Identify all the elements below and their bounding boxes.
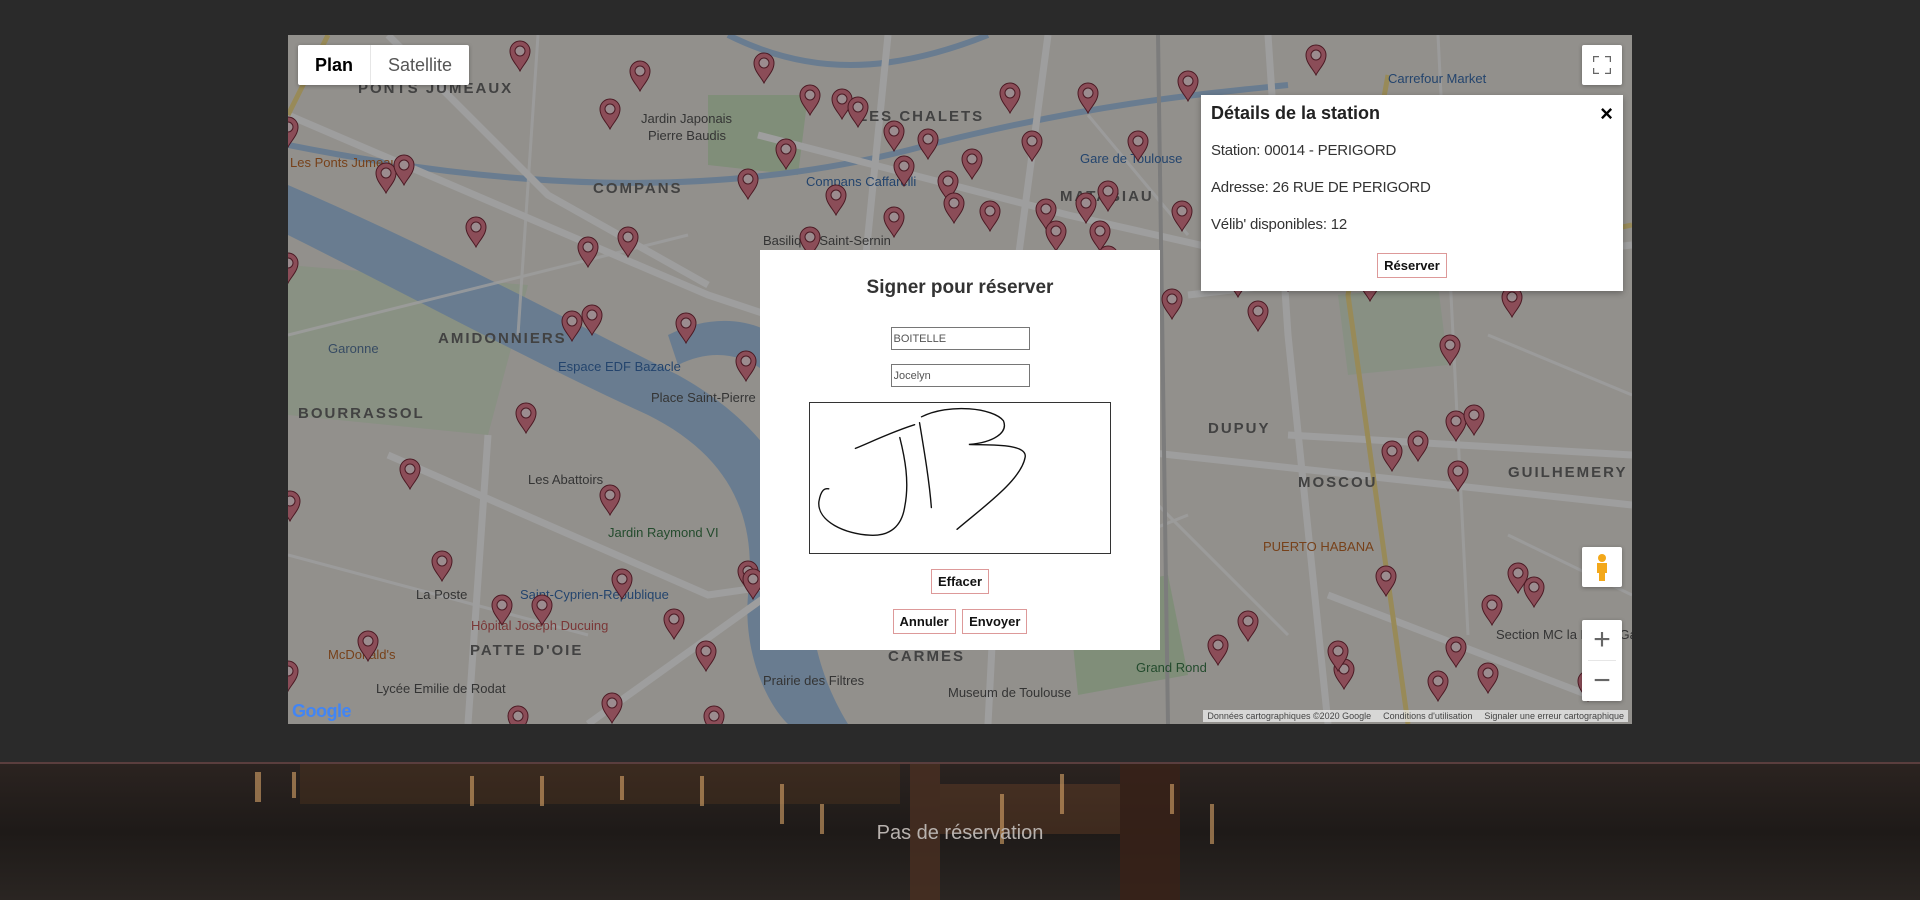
map-label: AMIDONNIERS bbox=[438, 330, 567, 347]
map-label: Carrefour Market bbox=[1388, 71, 1487, 86]
modal-title: Signer pour réserver bbox=[866, 277, 1054, 298]
close-icon[interactable]: × bbox=[1600, 101, 1613, 127]
map-label: DUPUY bbox=[1208, 420, 1271, 437]
map-label: Jardin Raymond VI bbox=[608, 525, 719, 540]
reservation-status: Pas de réservation bbox=[876, 822, 1044, 844]
google-logo: Google bbox=[292, 701, 352, 722]
map-type-control[interactable]: Plan Satellite bbox=[298, 45, 470, 85]
station-panel-title: Détails de la station bbox=[1211, 103, 1381, 123]
map-label: Jardin Japonais bbox=[641, 111, 733, 126]
map-label: Pierre Baudis bbox=[648, 128, 727, 143]
pegman-icon bbox=[1597, 554, 1607, 581]
station-details-panel: Détails de la station × Station: 00014 -… bbox=[1201, 95, 1623, 291]
map-label: PATTE D'OIE bbox=[470, 642, 583, 659]
map-label: Museum de Toulouse bbox=[948, 685, 1071, 700]
fullscreen-icon bbox=[1593, 56, 1611, 74]
zoom-in-button[interactable]: + bbox=[1582, 620, 1622, 660]
send-button[interactable]: Envoyer bbox=[962, 609, 1028, 634]
map-label: Place Saint-Pierre bbox=[651, 390, 756, 405]
map-label: Gare de Toulouse bbox=[1080, 151, 1182, 166]
lastname-input[interactable] bbox=[890, 327, 1030, 350]
map-label: GUILHEMERY bbox=[1508, 464, 1627, 481]
map-type-satellite-button[interactable]: Satellite bbox=[370, 45, 469, 85]
map-label: Grand Rond bbox=[1136, 660, 1207, 675]
map-label: BOURRASSOL bbox=[298, 405, 425, 422]
map-label: Les Abattoirs bbox=[528, 472, 604, 487]
terms-link[interactable]: Conditions d'utilisation bbox=[1383, 711, 1472, 721]
zoom-control: + − bbox=[1582, 620, 1622, 701]
signature-modal: Signer pour réserver Effacer Annuler Env… bbox=[760, 250, 1160, 650]
map-attribution: Données cartographiques ©2020 Google Con… bbox=[1203, 710, 1628, 722]
map-label: Prairie des Filtres bbox=[763, 673, 865, 688]
map-label: MOSCOU bbox=[1298, 474, 1378, 491]
map-data-credit: Données cartographiques ©2020 Google bbox=[1207, 711, 1372, 721]
station-marker[interactable] bbox=[703, 705, 725, 724]
map-label: PUERTO HABANA bbox=[1263, 539, 1374, 554]
station-address: Adresse: 26 RUE DE PERIGORD bbox=[1211, 179, 1431, 196]
map-label: Lycée Emilie de Rodat bbox=[376, 681, 506, 696]
street-view-button[interactable] bbox=[1582, 547, 1622, 587]
map-type-plan-button[interactable]: Plan bbox=[298, 45, 370, 85]
fullscreen-button[interactable] bbox=[1582, 45, 1622, 85]
station-bikes-available: Vélib' disponibles: 12 bbox=[1211, 216, 1348, 233]
map-label: Garonne bbox=[328, 341, 379, 356]
report-error-link[interactable]: Signaler une erreur cartographique bbox=[1484, 711, 1624, 721]
map-label: Espace EDF Bazacle bbox=[558, 359, 681, 374]
signature-canvas[interactable] bbox=[809, 402, 1111, 554]
firstname-input[interactable] bbox=[890, 364, 1030, 387]
map-label: CARMES bbox=[888, 648, 965, 665]
footer: Pas de réservation bbox=[0, 762, 1920, 900]
google-logo-text: Google bbox=[292, 701, 352, 721]
station-marker[interactable] bbox=[507, 705, 529, 724]
map-label: La Poste bbox=[416, 587, 467, 602]
zoom-out-button[interactable]: − bbox=[1582, 661, 1622, 701]
map-label: Basilique Saint-Sernin bbox=[763, 233, 891, 248]
map-label: LES CHALETS bbox=[858, 108, 984, 125]
station-name: Station: 00014 - PERIGORD bbox=[1211, 142, 1397, 159]
cancel-button[interactable]: Annuler bbox=[892, 609, 956, 634]
reserve-button[interactable]: Réserver bbox=[1377, 253, 1447, 278]
map-label: COMPANS bbox=[593, 180, 683, 197]
clear-signature-button[interactable]: Effacer bbox=[930, 569, 990, 594]
